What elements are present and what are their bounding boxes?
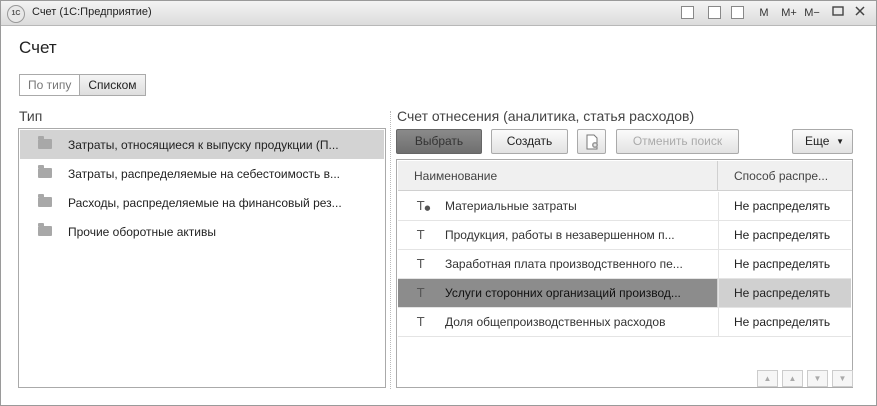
copy-button[interactable]	[577, 129, 606, 154]
tree-item-label: Расходы, распределяемые на финансовый ре…	[68, 196, 342, 210]
attribute-icon: T	[417, 315, 425, 329]
app-logo-icon: 1С	[7, 5, 25, 23]
row-method: Не распределять	[734, 257, 831, 271]
table-row[interactable]: Материальные затраты T● Не распределять	[398, 192, 851, 221]
create-button[interactable]: Создать	[491, 129, 568, 154]
row-name: Услуги сторонних организаций производ...	[445, 286, 681, 300]
tree-item[interactable]: Расходы, распределяемые на финансовый ре…	[20, 188, 384, 217]
attribute-icon: T	[417, 286, 425, 300]
scroll-last-icon[interactable]: ▼	[832, 370, 853, 387]
folder-icon	[38, 223, 52, 236]
calculator-icon[interactable]	[708, 6, 721, 19]
column-header-name[interactable]: Наименование	[398, 161, 717, 191]
table-row[interactable]: Продукция, работы в незавершенном п... T…	[398, 221, 851, 250]
splitter[interactable]	[390, 111, 391, 389]
title-bar: 1С Счет (1С:Предприятие) M M+ M−	[1, 1, 876, 26]
table-row[interactable]: Услуги сторонних организаций производ...…	[398, 279, 851, 308]
accounts-table: Наименование Способ распре... Материальн…	[396, 159, 853, 388]
row-name: Продукция, работы в незавершенном п...	[445, 228, 675, 242]
folder-icon	[38, 165, 52, 178]
calendar-icon[interactable]	[731, 6, 744, 19]
tree-item[interactable]: Прочие оборотные активы	[20, 217, 384, 246]
row-method: Не распределять	[734, 228, 831, 242]
tree-item-label: Прочие оборотные активы	[68, 225, 216, 239]
dropdown-arrow-icon: ▼	[836, 137, 844, 146]
memory-plus-button[interactable]: M+	[778, 5, 800, 21]
table-row[interactable]: Доля общепроизводственных расходов T Не …	[398, 308, 851, 337]
cancel-search-button[interactable]: Отменить поиск	[616, 129, 739, 154]
tree-item-label: Затраты, распределяемые на себестоимость…	[68, 167, 340, 181]
copy-document-icon	[586, 134, 598, 150]
tree-item-label: Затраты, относящиеся к выпуску продукции…	[68, 138, 339, 152]
scroll-first-icon[interactable]: ▲	[757, 370, 778, 387]
row-name: Доля общепроизводственных расходов	[445, 315, 666, 329]
memory-minus-button[interactable]: M−	[802, 5, 822, 21]
type-tree: Затраты, относящиеся к выпуску продукции…	[18, 128, 386, 388]
scroll-up-icon[interactable]: ▲	[782, 370, 803, 387]
maximize-icon[interactable]	[831, 5, 845, 21]
view-by-type-button[interactable]: По типу	[19, 74, 81, 96]
more-label: Еще	[805, 134, 830, 148]
tree-item[interactable]: Затраты, относящиеся к выпуску продукции…	[20, 130, 384, 159]
attribute-icon: T	[417, 228, 425, 242]
main-window: 1С Счет (1С:Предприятие) M M+ M− Счет По…	[0, 0, 877, 406]
tree-item[interactable]: Затраты, распределяемые на себестоимость…	[20, 159, 384, 188]
account-label: Счет отнесения (аналитика, статья расход…	[397, 108, 695, 124]
column-header-method[interactable]: Способ распре...	[717, 161, 852, 191]
folder-icon	[38, 194, 52, 207]
memory-button[interactable]: M	[757, 5, 771, 21]
attribute-icon: T●	[417, 199, 431, 213]
row-method: Не распределять	[734, 286, 831, 300]
row-name: Заработная плата производственного пе...	[445, 257, 683, 271]
scroll-down-icon[interactable]: ▼	[807, 370, 828, 387]
row-method: Не распределять	[734, 199, 831, 213]
type-label: Тип	[19, 108, 43, 124]
view-toggle: По типу Списком	[19, 74, 146, 96]
folder-icon	[38, 136, 52, 149]
row-name: Материальные затраты	[445, 199, 577, 213]
view-list-button[interactable]: Списком	[80, 74, 146, 96]
more-button[interactable]: Еще ▼	[792, 129, 853, 154]
close-icon[interactable]	[853, 5, 867, 21]
form-title: Счет	[19, 38, 57, 57]
table-row[interactable]: Заработная плата производственного пе...…	[398, 250, 851, 279]
attribute-icon: T	[417, 257, 425, 271]
link-icon[interactable]	[681, 6, 694, 19]
window-title: Счет (1С:Предприятие)	[32, 6, 152, 18]
row-method: Не распределять	[734, 315, 831, 329]
select-button[interactable]: Выбрать	[396, 129, 482, 154]
